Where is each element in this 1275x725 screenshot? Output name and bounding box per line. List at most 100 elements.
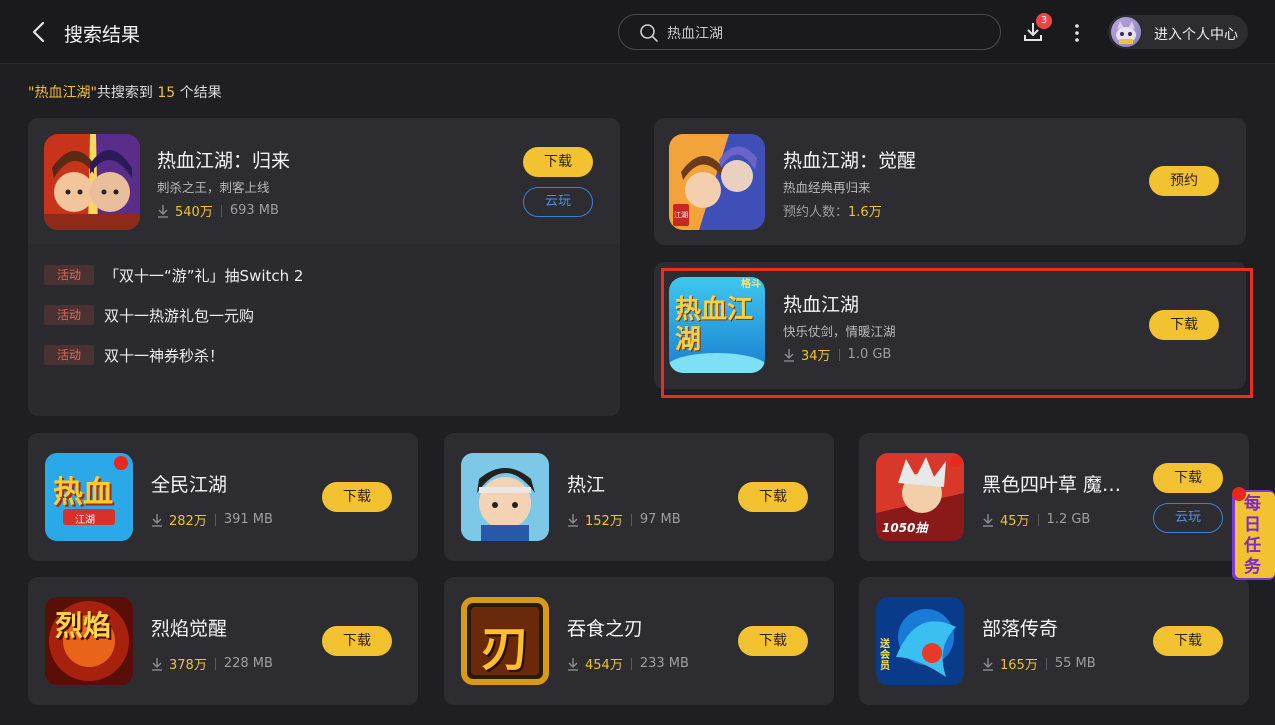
download-button[interactable]: 下载 [322,482,392,512]
game-card-black-clover[interactable]: 1050抽 黑色四叶草 魔… 45万 1.2 GB 下载 云玩 [859,433,1249,561]
profile-center-button[interactable]: 进入个人中心 [1108,15,1248,49]
download-count-badge: 3 [1036,13,1052,29]
profile-center-label: 进入个人中心 [1154,27,1238,43]
reservation-count: 1.6万 [848,205,882,220]
clover-icon-label: 1050抽 [882,521,928,535]
meta-divider [214,513,216,526]
game-meta: 282万 391 MB [151,510,273,529]
game-name: 热血江湖：归来 [157,150,291,172]
activity-item[interactable]: 活动 双十一神券秒杀！ [44,344,224,366]
avatar-cat-icon [1116,21,1136,44]
file-size: 228 MB [223,656,273,671]
reserve-button[interactable]: 预约 [1149,166,1219,196]
activity-text: 双十一神券秒杀！ [104,346,225,365]
search-query-text: 热血江湖 [667,26,723,42]
daily-task-tab[interactable]: 每日任务 [1230,486,1275,582]
game-icon-rejiang [461,453,549,541]
game-card-quanmin[interactable]: 热血 江湖 全民江湖 282万 391 MB 下载 [28,433,418,561]
activity-item[interactable]: 活动 「双十一“游”礼」抽Switch 2 [44,264,303,286]
download-count-icon [152,513,162,527]
download-button[interactable]: 下载 [1153,463,1223,493]
search-input[interactable]: 热血江湖 [618,14,1001,50]
file-size: 391 MB [223,512,273,527]
download-count-icon [158,204,168,218]
file-size: 97 MB [639,512,681,527]
game-meta: 540万 693 MB [157,201,279,220]
game-card-rxjh-awaken[interactable]: 江湖 热血江湖：觉醒 热血经典再归来 预约人数： 1.6万 预约 [654,118,1246,245]
activity-text: 双十一热游礼包一元购 [104,306,255,325]
quanmin-icon-big: 热血 [53,475,113,510]
game-icon-lieyan: 烈焰 [45,597,133,685]
daily-task-label: 每日任务 [1244,494,1261,577]
game-icon-quanmin: 热血 江湖 [45,453,133,541]
activity-item[interactable]: 活动 双十一热游礼包一元购 [44,304,254,326]
download-count: 45万 [1000,514,1030,529]
download-count-icon [152,657,162,671]
download-count: 378万 [169,658,207,673]
more-options-icon[interactable] [1070,22,1084,44]
file-size: 233 MB [639,656,689,671]
game-icon-rxjh-awaken: 江湖 [669,134,765,230]
quanmin-icon-small: 江湖 [75,515,95,526]
download-button[interactable]: 下载 [1153,626,1223,656]
file-size: 1.2 GB [1046,512,1091,527]
reservation-meta: 预约人数： 1.6万 [783,201,890,220]
awaken-icon-tag: 江湖 [674,211,688,219]
activity-tag: 活动 [44,345,94,365]
download-button[interactable]: 下载 [738,626,808,656]
meta-divider [1045,657,1047,670]
game-name: 全民江湖 [151,474,228,496]
summary-count: 15 [157,85,176,101]
meta-divider [630,657,632,670]
result-summary: "热血江湖"共搜索到 15 个结果 [28,85,222,101]
blade-icon-text: 刃 [481,621,530,677]
download-count: 454万 [585,658,623,673]
game-card-tunshi[interactable]: 刃 吞食之刃 454万 233 MB 下载 [444,577,834,705]
game-meta: 378万 228 MB [151,654,273,673]
activity-tag: 活动 [44,305,94,325]
file-size: 55 MB [1054,656,1096,671]
game-name: 热江 [567,474,606,496]
activity-list: 活动 「双十一“游”礼」抽Switch 2 活动 双十一热游礼包一元购 活动 双… [28,244,620,416]
meta-divider [214,657,216,670]
activity-tag: 活动 [44,265,94,285]
back-arrow-icon[interactable] [26,18,52,46]
game-icon-buluo: 送会员 [876,597,964,685]
download-count: 282万 [169,514,207,529]
game-icon-rxjh-return [44,134,140,230]
download-count-icon [983,513,993,527]
cloud-play-button[interactable]: 云玩 [1153,503,1223,533]
lieyan-icon-text: 烈焰 [55,609,112,642]
game-card-buluo[interactable]: 送会员 部落传奇 165万 55 MB 下载 [859,577,1249,705]
tribe-icon-tag: 送会员 [880,639,890,672]
page-title: 搜索结果 [64,24,141,46]
game-description: 热血经典再归来 [783,180,871,195]
game-card-lieyan[interactable]: 烈焰 烈焰觉醒 378万 228 MB 下载 [28,577,418,705]
game-icon-black-clover: 1050抽 [876,453,964,541]
top-bar: 搜索结果 热血江湖 3 进入个人中心 [0,0,1275,64]
selection-highlight-box [661,268,1253,398]
game-card-rejiang[interactable]: 热江 152万 97 MB 下载 [444,433,834,561]
download-count: 152万 [585,514,623,529]
download-count: 540万 [175,205,213,220]
game-meta: 152万 97 MB [567,510,681,529]
meta-divider [220,204,222,217]
game-icon-tunshi: 刃 [461,597,549,685]
summary-keyword: 热血江湖 [34,85,91,101]
download-count-icon [568,513,578,527]
download-count-icon [568,657,578,671]
game-meta: 454万 233 MB [567,654,689,673]
meta-divider [1037,513,1039,526]
download-count-icon [983,657,993,671]
download-count: 165万 [1000,658,1038,673]
game-meta: 45万 1.2 GB [982,510,1090,529]
download-button[interactable]: 下载 [322,626,392,656]
activity-text: 「双十一“游”礼」抽Switch 2 [104,266,304,285]
game-name: 烈焰觉醒 [151,618,228,640]
game-meta: 165万 55 MB [982,654,1096,673]
download-button[interactable]: 下载 [523,147,593,177]
download-button[interactable]: 下载 [738,482,808,512]
cloud-play-button[interactable]: 云玩 [523,187,593,217]
game-name: 部落传奇 [982,618,1059,640]
game-name: 吞食之刃 [567,618,644,640]
